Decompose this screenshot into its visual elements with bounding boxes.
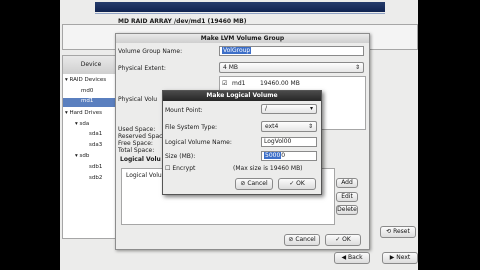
tree-item-sda3[interactable]: sda3 — [89, 142, 102, 148]
used-space-label: Used Space: — [118, 126, 156, 133]
fs-type-combo[interactable]: ext4 ⇕ — [261, 121, 317, 132]
pv-label: Physical Volu — [118, 96, 158, 103]
lv-name-input[interactable]: LogVol00 — [261, 137, 317, 147]
vg-cancel-button[interactable]: ⊘ Cancel — [284, 234, 320, 246]
vg-name-input[interactable]: VolGroup — [219, 46, 364, 56]
vg-dialog-title: Make LVM Volume Group — [116, 34, 369, 43]
size-input[interactable]: 50000 — [261, 151, 317, 161]
back-button[interactable]: ◀ Back — [334, 252, 370, 264]
device-tree[interactable]: Device ▾ RAID Devices md0 md1 ▾ Hard Dri… — [62, 55, 120, 239]
ok-icon: ✓ — [335, 236, 341, 243]
lv-dialog: Make Logical Volume Mount Point: / ▾ Fil… — [162, 90, 322, 195]
tree-item-hard-drives[interactable]: ▾ Hard Drives — [65, 110, 102, 116]
tree-item-sdb1[interactable]: sdb1 — [89, 164, 102, 170]
installer-banner — [95, 2, 385, 12]
next-button[interactable]: ▶ Next — [382, 252, 418, 264]
add-button[interactable]: Add — [336, 178, 358, 188]
vg-name-label: Volume Group Name: — [118, 48, 183, 55]
pv-row[interactable]: ☑ md1 19460.00 MB — [220, 80, 365, 88]
tree-item-sdb2[interactable]: sdb2 — [89, 175, 102, 181]
extent-combo[interactable]: 4 MB ⇕ — [219, 62, 364, 73]
lv-dialog-title: Make Logical Volume — [163, 91, 321, 101]
free-space-label: Free Space: — [118, 140, 153, 147]
lv-column-header[interactable]: Logical Volu — [126, 172, 162, 179]
tree-item-sdb[interactable]: ▾ sdb — [75, 153, 89, 159]
edit-button[interactable]: Edit — [336, 192, 358, 202]
reset-button[interactable]: ⟲ Reset — [380, 226, 416, 238]
next-arrow-icon: ▶ — [389, 254, 395, 261]
ok-icon: ✓ — [289, 180, 295, 187]
checkbox-icon: ☐ — [165, 165, 171, 172]
lv-ok-button[interactable]: ✓ OK — [278, 178, 316, 190]
tree-item-raid-devices[interactable]: ▾ RAID Devices — [65, 77, 106, 83]
cancel-icon: ⊘ — [288, 236, 294, 243]
back-arrow-icon: ◀ — [341, 254, 347, 261]
banner-divider — [95, 13, 385, 14]
delete-button[interactable]: Delete — [336, 205, 358, 215]
extent-label: Physical Extent: — [118, 65, 166, 72]
size-label: Size (MB): — [165, 153, 196, 160]
lv-section-label: Logical Volu — [120, 156, 161, 163]
tree-item-sda[interactable]: ▾ sda — [75, 121, 89, 127]
lv-cancel-button[interactable]: ⊘ Cancel — [235, 178, 273, 190]
reserved-space-label: Reserved Space — [118, 133, 167, 140]
device-column-header[interactable]: Device — [63, 56, 119, 74]
tree-item-md1[interactable]: md1 — [63, 98, 119, 107]
mount-point-label: Mount Point: — [165, 107, 203, 114]
total-space-label: Total Space: — [118, 147, 155, 154]
pv-checkbox[interactable]: ☑ — [222, 80, 227, 87]
tree-item-md0[interactable]: md0 — [81, 88, 93, 94]
chevron-down-icon: ▾ — [309, 105, 313, 112]
spinner-arrows-icon: ⇕ — [354, 64, 360, 71]
reset-icon: ⟲ — [386, 228, 392, 235]
encrypt-checkbox[interactable]: ☐ Encrypt — [165, 165, 195, 172]
tree-item-sda1[interactable]: sda1 — [89, 131, 102, 137]
vg-ok-button[interactable]: ✓ OK — [325, 234, 361, 246]
mount-point-combo[interactable]: / ▾ — [261, 104, 317, 114]
spinner-arrows-icon: ⇕ — [307, 123, 313, 130]
fs-type-label: File System Type: — [165, 124, 218, 131]
pv-name: md1 — [232, 80, 246, 87]
lv-name-label: Logical Volume Name: — [165, 139, 232, 146]
max-size-text: (Max size is 19460 MB) — [233, 165, 303, 172]
pv-size: 19460.00 MB — [260, 80, 300, 87]
cancel-icon: ⊘ — [240, 180, 246, 187]
